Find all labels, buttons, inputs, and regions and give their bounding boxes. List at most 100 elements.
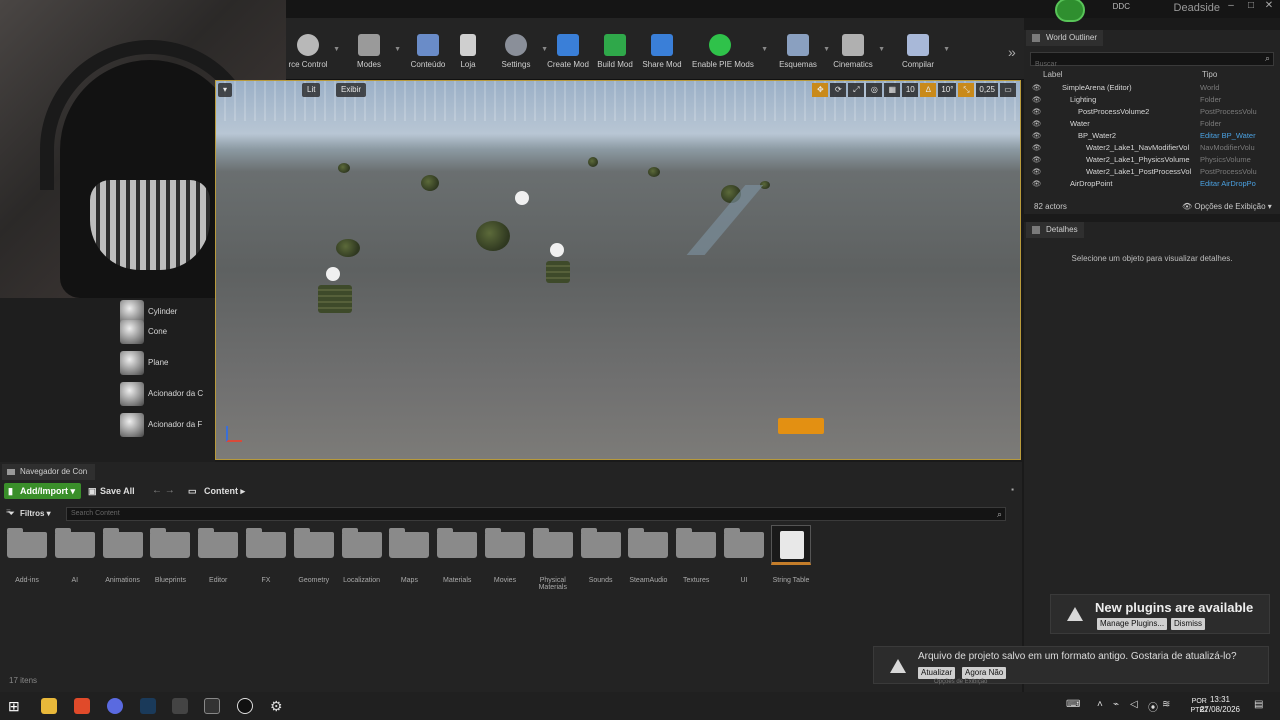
folder-icon[interactable] <box>246 528 286 558</box>
unreal-engine-icon[interactable] <box>237 698 253 714</box>
filters-button[interactable]: ⏷ Filtros ▾ <box>8 507 51 521</box>
folder-icon[interactable] <box>580 528 621 558</box>
lock-icon[interactable]: ▪ <box>1011 485 1014 494</box>
spawn-marker-icon[interactable] <box>550 243 564 257</box>
folder-icon[interactable] <box>54 528 95 558</box>
folder-icon[interactable] <box>532 528 573 558</box>
filter-list-icon[interactable]: ≡ <box>6 507 11 516</box>
bush[interactable] <box>338 163 350 173</box>
place-item-box-trigger[interactable]: Acionador da C <box>118 380 213 408</box>
level-viewport[interactable]: ▾ Lit Exibir ✥ ⟳ ⤢ ◎ ▦ 10 ∆ 10° ⤡ 0,25 ▭ <box>215 80 1021 460</box>
outliner-row[interactable]: 👁 BP_Water2 Editar BP_Water <box>1026 130 1270 142</box>
column-type[interactable]: Tipo <box>1202 70 1217 79</box>
tray-expand-icon[interactable]: ˄ <box>1097 699 1103 710</box>
cinematics-button[interactable]: Cinematics ▼ <box>825 34 885 82</box>
visibility-eye-icon[interactable]: 👁 <box>1032 118 1042 130</box>
outliner-row[interactable]: 👁 Water Folder <box>1026 118 1270 130</box>
dismiss-button[interactable]: Dismiss <box>1171 618 1205 630</box>
lit-mode-button[interactable]: Lit <box>302 83 321 97</box>
visibility-eye-icon[interactable]: 👁 <box>1032 154 1042 166</box>
visibility-eye-icon[interactable]: 👁 <box>1032 130 1042 142</box>
place-item-plane[interactable]: Plane <box>118 349 213 377</box>
search-icon[interactable]: ⌕ <box>997 508 1002 520</box>
chrome-browser-icon[interactable] <box>107 698 123 714</box>
folder-icon[interactable] <box>389 528 430 558</box>
window-app-icon[interactable] <box>204 698 220 714</box>
folder-icon[interactable] <box>485 528 525 558</box>
visibility-eye-icon[interactable]: 👁 <box>1032 178 1042 190</box>
place-item-cone[interactable]: Cone <box>118 318 213 346</box>
translate-icon[interactable]: ✥ <box>812 83 829 97</box>
rotate-icon[interactable]: ⟳ <box>830 83 847 97</box>
spawn-marker-icon[interactable] <box>326 267 340 281</box>
outliner-row[interactable]: 👁 Lighting Folder <box>1026 94 1270 106</box>
tab-world-outliner[interactable]: World Outliner <box>1026 30 1103 46</box>
volume-icon[interactable]: ◁ <box>1130 699 1138 710</box>
folder-icon[interactable] <box>293 528 334 558</box>
string-table-asset[interactable] <box>771 525 811 565</box>
terminal-icon[interactable] <box>172 698 188 714</box>
source-control-button[interactable]: rce Control ▼ <box>280 34 340 82</box>
enable-pie-mods-button[interactable]: Enable PIE Mods ▼ <box>692 34 768 82</box>
folder-icon[interactable] <box>150 528 191 558</box>
not-now-button[interactable]: Agora Não <box>962 667 1007 679</box>
brave-browser-icon[interactable] <box>74 698 90 714</box>
visibility-eye-icon[interactable]: 👁 <box>1032 82 1042 94</box>
file-explorer-icon[interactable] <box>41 698 57 714</box>
supply-crate[interactable] <box>318 285 352 313</box>
clock[interactable]: 13:31 27/08/2026 <box>1200 695 1240 715</box>
bush[interactable] <box>336 239 360 257</box>
add-import-button[interactable]: ▮ Add/Import ▾ <box>4 483 82 499</box>
blueprints-button[interactable]: Esquemas ▼ <box>770 34 830 82</box>
visibility-eye-icon[interactable]: 👁 <box>1032 106 1042 118</box>
view-options-button[interactable]: 👁 Opções de Exibição ▾ <box>1182 202 1272 211</box>
visibility-eye-icon[interactable]: 👁 <box>1032 94 1042 106</box>
tab-details[interactable]: Detalhes <box>1026 222 1084 238</box>
folder-icon[interactable] <box>676 528 717 558</box>
world-icon[interactable]: ◎ <box>866 83 883 97</box>
tab-content-browser[interactable]: Navegador de Con <box>2 464 96 480</box>
outliner-row-type[interactable]: Editar AirDropPo <box>1200 178 1266 190</box>
folder-icon[interactable] <box>437 528 478 558</box>
folder-icon[interactable] <box>102 528 143 558</box>
settings-button[interactable]: Settings ▼ <box>488 34 548 82</box>
bush[interactable] <box>648 167 660 177</box>
outliner-row[interactable]: 👁 Water2_Lake1_PhysicsVolume PhysicsVolume <box>1026 154 1270 166</box>
outliner-search[interactable]: Buscar ⌕ <box>1030 52 1274 68</box>
mic-icon[interactable]: ⦿ <box>1148 699 1158 714</box>
spawn-marker-icon[interactable] <box>515 191 529 205</box>
column-label[interactable]: Label <box>1043 70 1063 79</box>
supply-crate[interactable] <box>546 261 570 283</box>
toolbar-overflow-icon[interactable]: » <box>1008 44 1016 60</box>
rotation-size[interactable]: 10° <box>938 83 957 97</box>
show-menu-button[interactable]: Exibir <box>336 83 367 97</box>
visibility-eye-icon[interactable]: 👁 <box>1032 166 1042 178</box>
outliner-row[interactable]: 👁 Water2_Lake1_PostProcessVol PostProcessV… <box>1026 166 1270 178</box>
scale-snap-icon[interactable]: ⤡ <box>958 83 975 97</box>
airdrop-box[interactable] <box>778 418 824 434</box>
folder-icon[interactable] <box>724 528 764 558</box>
bush[interactable] <box>588 157 598 167</box>
outliner-row[interactable]: 👁 SimpleArena (Editor) World <box>1026 82 1270 94</box>
folder-icon[interactable] <box>7 528 47 558</box>
modes-button[interactable]: Modes ▼ <box>341 34 401 82</box>
visibility-eye-icon[interactable]: 👁 <box>1032 142 1042 154</box>
maximize-icon[interactable]: □ <box>1242 0 1260 14</box>
outliner-row[interactable]: 👁 Water2_Lake1_NavModifierVol NavModifierV… <box>1026 142 1270 154</box>
share-mod-button[interactable]: Share Mod <box>634 34 690 82</box>
save-all-button[interactable]: ▣ Save All <box>88 483 135 499</box>
minimize-icon[interactable]: – <box>1222 0 1240 14</box>
bush[interactable] <box>476 221 510 251</box>
windows-start-icon[interactable]: ⊞ <box>8 698 24 714</box>
close-icon[interactable]: ✕ <box>1260 0 1278 14</box>
update-button[interactable]: Atualizar <box>918 667 956 679</box>
grid-snap-icon[interactable]: ▦ <box>884 83 901 97</box>
outliner-row[interactable]: 👁 PostProcessVolume2 PostProcessVolu <box>1026 106 1270 118</box>
folder-icon[interactable] <box>341 528 382 558</box>
place-item-sphere-trigger[interactable]: Acionador da F <box>118 411 213 439</box>
content-search-input[interactable]: Search Content ⌕ <box>66 507 1006 521</box>
breadcrumb[interactable]: ▭ Content ▸ <box>188 483 245 499</box>
viewport-menu-icon[interactable]: ▾ <box>218 83 233 97</box>
keyboard-icon[interactable]: ⌨ <box>1066 699 1080 710</box>
scale-size[interactable]: 0,25 <box>976 83 998 97</box>
